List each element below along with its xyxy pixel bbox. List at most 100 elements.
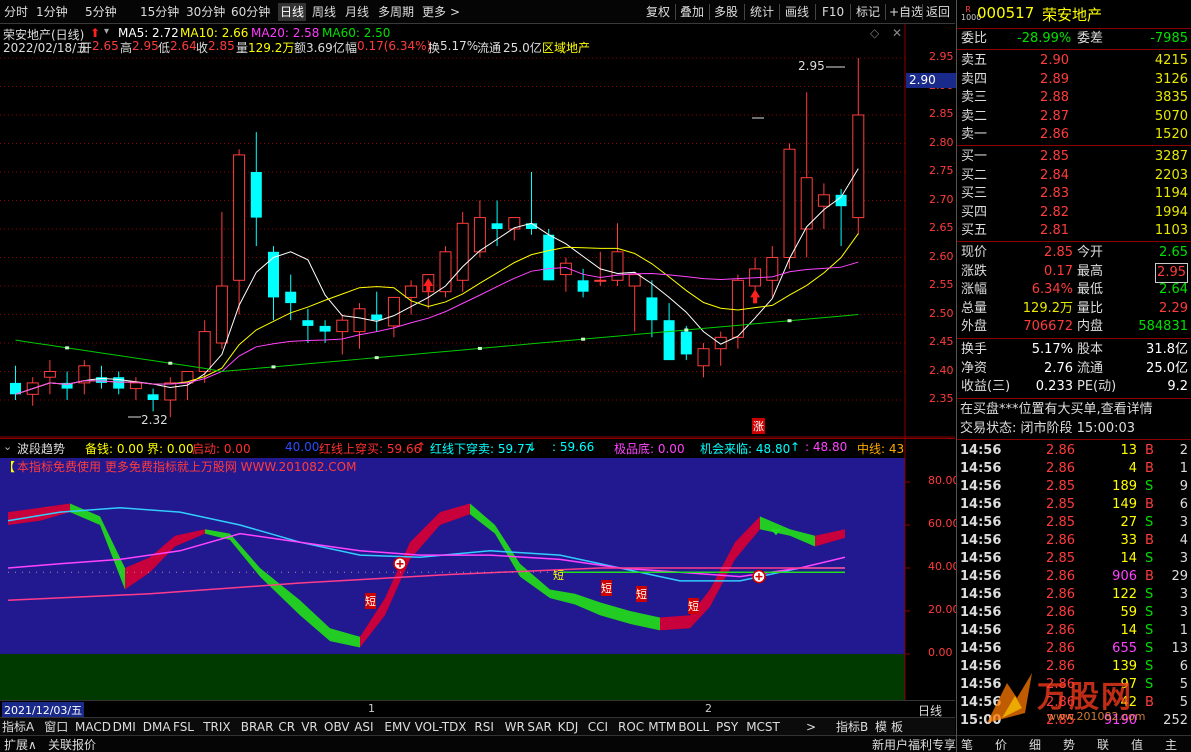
tab-more[interactable]: 更多 [422, 3, 446, 21]
indicator-tab-cci[interactable]: CCI [588, 719, 608, 735]
right-tab[interactable]: 主 [1165, 737, 1177, 752]
template-button[interactable]: 模 [875, 719, 887, 735]
indicator-tab-boll[interactable]: BOLL [678, 719, 709, 735]
indicator-tab-roc[interactable]: ROC [618, 719, 644, 735]
right-tab[interactable]: 值 [1131, 737, 1143, 752]
ask-row[interactable]: 卖一 2.86 1520 [957, 126, 1191, 144]
indicator-tab-fsl[interactable]: FSL [173, 719, 194, 735]
tab-1min[interactable]: 1分钟 [36, 3, 68, 21]
indicator-tab-rsi[interactable]: RSI [474, 719, 494, 735]
indicator-tab-vol-tdx[interactable]: VOL-TDX [415, 719, 467, 735]
ask-row[interactable]: 卖三 2.88 3835 [957, 89, 1191, 107]
diamond-icon[interactable]: ◇ [870, 26, 879, 40]
bid-row[interactable]: 买三 2.83 1194 [957, 185, 1191, 203]
indicator-name[interactable]: 波段趋势 [17, 440, 65, 457]
indicator-tab-mcst[interactable]: MCST [746, 719, 780, 735]
huaxian-button[interactable]: 画线 [785, 3, 809, 21]
fuquan-button[interactable]: 复权 [646, 3, 670, 21]
related-quote-button[interactable]: 关联报价 [48, 737, 96, 752]
indicator-tab-macd[interactable]: MACD [75, 719, 111, 735]
expand-button[interactable]: 扩展∧ [4, 737, 37, 752]
indicator-tab-wr[interactable]: WR [505, 719, 525, 735]
right-tab[interactable]: 价 [995, 737, 1007, 752]
indicator-tab-mtm[interactable]: MTM [648, 719, 676, 735]
ask-row[interactable]: 卖二 2.87 5070 [957, 108, 1191, 126]
more-arrow-icon[interactable]: > [450, 3, 460, 21]
tab-30min[interactable]: 30分钟 [186, 3, 225, 21]
bid-row[interactable]: 买二 2.84 2203 [957, 167, 1191, 185]
indicator-tab-sar[interactable]: SAR [527, 719, 551, 735]
candle-body [783, 148, 796, 258]
indicator-tab-指标a[interactable]: 指标A [2, 719, 34, 735]
indicator-tab-emv[interactable]: EMV [384, 719, 410, 735]
ask-row[interactable]: 卖四 2.89 3126 [957, 71, 1191, 89]
right-tab[interactable]: 细 [1029, 737, 1041, 752]
indicator-tab-obv[interactable]: OBV [324, 719, 350, 735]
biaoji-button[interactable]: 标记 [856, 3, 880, 21]
indicator-tab-trix[interactable]: TRIX [203, 719, 230, 735]
region-label[interactable]: 区域地产 [542, 39, 590, 56]
indicator-tabs: 指标A 窗口 MACD DMI DMA FSL TRIX BRAR CR VR OBV ASI EMV V… [0, 717, 955, 735]
indicator-tab-dmi[interactable]: DMI [113, 719, 136, 735]
f10-button[interactable]: F10 [822, 3, 844, 21]
settings-down-icon[interactable]: ▾ [104, 26, 109, 37]
right-tab[interactable]: 联 [1097, 737, 1109, 752]
quote-row: 涨幅 6.34% 最低 2.64 [961, 282, 1188, 298]
indicator-tab-brar[interactable]: BRAR [241, 719, 274, 735]
buy-arrow-icon [750, 289, 761, 304]
bid-row[interactable]: 买四 2.82 1994 [957, 204, 1191, 222]
indicator-tab-窗口[interactable]: 窗口 [44, 719, 68, 735]
open-label: 开 [80, 41, 93, 55]
tab-monthly[interactable]: 月线 [345, 3, 369, 21]
bid-row[interactable]: 买五 2.81 1103 [957, 222, 1191, 240]
tab-daily[interactable]: 日线 [278, 3, 307, 21]
tick-row: 14:56 2.85 14 S 3 [960, 551, 1188, 566]
indicator-tab-dma[interactable]: DMA [143, 719, 171, 735]
short-label: 短 [688, 598, 699, 614]
duogu-button[interactable]: 多股 [714, 3, 738, 21]
indicator-floor [0, 654, 905, 700]
ad-icon: 【 [3, 460, 16, 474]
tongji-button[interactable]: 统计 [750, 3, 774, 21]
add-watchlist-button[interactable]: +自选 [889, 3, 923, 21]
candle-body [371, 314, 383, 321]
collapse-icon[interactable]: ⌄ [3, 440, 12, 453]
close-indicator-icon[interactable]: ✕ [892, 26, 902, 40]
candle-body [164, 382, 177, 401]
tab-weekly[interactable]: 周线 [312, 3, 336, 21]
ma20-line [15, 261, 859, 395]
kline-chart[interactable]: 荣安地产(日线) ⬆ ▾ MA5: 2.72 MA10: 2.66 MA20: … [0, 24, 956, 438]
right-tab[interactable]: 笔 [961, 737, 973, 752]
ma60-dot [581, 337, 586, 341]
tab-15min[interactable]: 15分钟 [140, 3, 179, 21]
indicator-tab-kdj[interactable]: KDJ [558, 719, 579, 735]
bar-date: 2022/02/18/五 [3, 41, 89, 55]
board-button[interactable]: 板 [891, 719, 903, 735]
notice[interactable]: 在买盘***位置有大买单,查看详情 [957, 401, 1191, 419]
right-tab[interactable]: 势 [1063, 737, 1075, 752]
indicator-panel[interactable]: ⌄ 波段趋势 备钱: 0.00 界: 0.00 启动: 0.00 40.00 红… [0, 438, 960, 700]
indicator-tab-psy[interactable]: PSY [716, 719, 738, 735]
ad-text[interactable]: 本指标免费使用 更多免费指标就上万股网 WWW.201082.COM [17, 458, 356, 475]
bid-row[interactable]: 买一 2.85 3287 [957, 148, 1191, 166]
vol-value: 129.2万 [248, 41, 295, 55]
tab-multi-period[interactable]: 多周期 [378, 3, 414, 21]
tab-5min[interactable]: 5分钟 [85, 3, 117, 21]
promo-link[interactable]: 新用户福利专享 [872, 737, 956, 752]
tab-fenshi[interactable]: 分时 [4, 3, 28, 21]
candle-body [268, 251, 279, 298]
low-value: 2.64 [170, 39, 197, 53]
short-label: 短 [601, 580, 612, 596]
candle-body [285, 291, 297, 304]
indicator-b-button[interactable]: 指标B [836, 719, 868, 735]
weibi-row: 委比 -28.99% 委差 -7985 [961, 31, 1188, 46]
ask-row[interactable]: 卖五 2.90 4215 [957, 52, 1191, 70]
indicator-tab-cr[interactable]: CR [278, 719, 295, 735]
back-button[interactable]: 返回 [926, 3, 950, 21]
diejia-button[interactable]: 叠加 [680, 3, 704, 21]
tab-60min[interactable]: 60分钟 [231, 3, 270, 21]
tick-row: 14:56 2.85 149 B 6 [960, 497, 1188, 512]
indicator-tab-vr[interactable]: VR [301, 719, 318, 735]
indicator-tab-asi[interactable]: ASI [354, 719, 373, 735]
tabs-more-arrow-icon[interactable]: > [806, 719, 816, 735]
